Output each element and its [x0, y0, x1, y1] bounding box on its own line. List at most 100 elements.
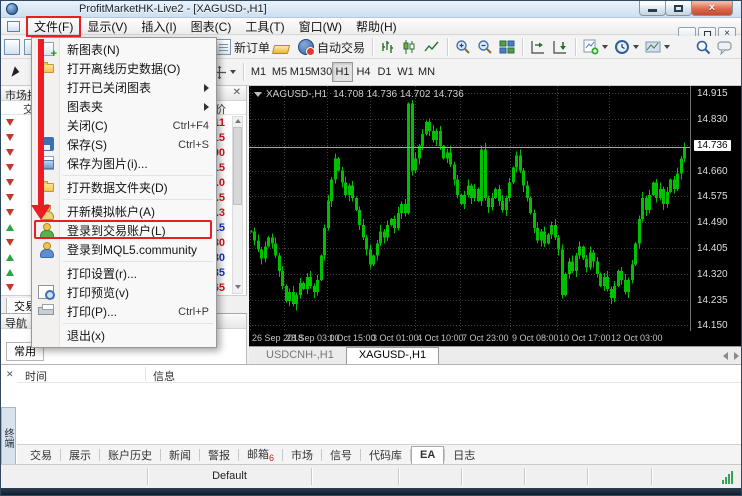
maximize-button[interactable] [665, 1, 692, 16]
bar-chart-button[interactable] [377, 37, 399, 58]
timeframe-m5[interactable]: M5 [269, 62, 290, 82]
new-order-button[interactable]: 新订单 [212, 37, 273, 58]
zoom-in-button[interactable] [452, 37, 474, 58]
menu-bar: 文件(F)显示(V)插入(I)图表(C)工具(T)窗口(W)帮助(H) × [1, 18, 741, 35]
tile-windows-button[interactable] [496, 37, 518, 58]
zoom-out-icon [477, 39, 493, 55]
market-watch-close-icon[interactable]: ✕ [233, 87, 241, 99]
chart-shift-button[interactable] [527, 37, 549, 58]
menu-charts[interactable]: 图表(C) [184, 17, 239, 36]
minimize-button[interactable] [639, 1, 666, 16]
terminal-tab-2[interactable]: 账户历史 [100, 445, 160, 465]
auto-scroll-button[interactable] [549, 37, 571, 58]
terminal-tab-0[interactable]: 交易 [22, 445, 60, 465]
market-watch-scrollbar[interactable] [232, 116, 243, 294]
menu-separator [63, 323, 213, 324]
time-tick-label: 4 Oct 10:00 [417, 333, 464, 343]
indicators-caret-icon [602, 45, 608, 49]
chat-button[interactable] [714, 37, 737, 58]
chart-tab-xagusdh1[interactable]: XAGUSD-,H1 [346, 347, 439, 364]
file-menu-item-1[interactable]: 打开离线历史数据(O) [32, 59, 216, 78]
terminal-tab-6[interactable]: 市场 [283, 445, 321, 465]
terminal-side-tab[interactable]: 终端 [1, 407, 16, 465]
message-column-header[interactable]: 信息 [153, 368, 175, 384]
file-menu-item-5[interactable]: 保存(S)Ctrl+S [32, 135, 216, 154]
timeframe-mn[interactable]: MN [416, 62, 437, 82]
file-menu-item-7[interactable]: 打开数据文件夹(D) [32, 178, 216, 197]
terminal-tab-8[interactable]: 代码库 [361, 445, 410, 465]
terminal-tab-ea[interactable]: EA [411, 446, 444, 465]
terminal-tab-5[interactable]: 邮箱6 [239, 444, 282, 465]
autotrading-button[interactable]: 自动交易 [295, 37, 368, 58]
price-tick-label: 14.660 [697, 166, 728, 177]
new-order-icon [215, 39, 231, 55]
terminal-tab-3[interactable]: 新闻 [161, 445, 199, 465]
timeframe-m15[interactable]: M15 [290, 62, 311, 82]
timeframe-h4[interactable]: H4 [353, 62, 374, 82]
candlestick-icon [402, 39, 418, 55]
search-button[interactable] [692, 37, 714, 58]
file-menu-item-14[interactable]: 退出(x) [32, 326, 216, 345]
arrow-down-icon [6, 194, 14, 201]
file-menu-item-13[interactable]: 打印(P)...Ctrl+P [32, 302, 216, 321]
window-icon[interactable] [4, 39, 20, 55]
price-tick-label: 14.320 [697, 269, 728, 280]
time-column-header[interactable]: 时间 [25, 368, 47, 384]
time-axis[interactable]: 26 Sep 201828 Sep 03:001 Oct 15:003 Oct … [249, 331, 742, 346]
timeframe-d1[interactable]: D1 [374, 62, 395, 82]
file-menu-item-3[interactable]: 图表夹 [32, 97, 216, 116]
price-tick-label: 14.490 [697, 217, 728, 228]
scroll-down-icon [235, 285, 241, 289]
terminal-tab-1[interactable]: 展示 [61, 445, 99, 465]
menu-help[interactable]: 帮助(H) [349, 17, 404, 36]
zoom-out-button[interactable] [474, 37, 496, 58]
terminal-tab-10[interactable]: 日志 [445, 445, 483, 465]
arrow-up-icon [6, 254, 14, 261]
menu-tools[interactable]: 工具(T) [238, 17, 291, 36]
templates-button[interactable] [642, 37, 673, 58]
current-price-label: 14.736 [694, 140, 731, 151]
file-menu-item-6[interactable]: 保存为图片(i)... [32, 154, 216, 173]
menu-view[interactable]: 显示(V) [80, 17, 134, 36]
file-menu-item-label: 打印预览(v) [67, 284, 209, 301]
tabs-scroll-left-icon[interactable] [723, 352, 728, 360]
timeframe-m1[interactable]: M1 [248, 62, 269, 82]
chart-tab-usdcnhh1[interactable]: USDCNH-,H1 [254, 348, 346, 364]
arrow-down-icon [6, 209, 14, 216]
tabs-scroll-right-icon[interactable] [734, 352, 739, 360]
file-menu-item-11[interactable]: 打印设置(r)... [32, 264, 216, 283]
file-menu-item-8[interactable]: 开新模拟帐户(A) [32, 202, 216, 221]
chart-system-menu-icon[interactable] [7, 21, 20, 32]
file-menu-item-4[interactable]: 关闭(C)Ctrl+F4 [32, 116, 216, 135]
terminal-tab-7[interactable]: 信号 [322, 445, 360, 465]
file-menu-item-10[interactable]: 登录到MQL5.community [32, 240, 216, 259]
scrollbar-thumb[interactable] [233, 127, 242, 205]
gold-icon[interactable] [272, 45, 290, 54]
indicators-button[interactable] [580, 37, 611, 58]
auto-scroll-icon [552, 39, 568, 55]
periods-button[interactable] [611, 37, 642, 58]
profile-name[interactable]: Default [148, 470, 311, 482]
file-menu-item-label: 打开离线历史数据(O) [67, 60, 209, 77]
annotation-box-login-item [34, 220, 212, 239]
file-menu-item-2[interactable]: 打开已关闭图表 [32, 78, 216, 97]
candlestick-button[interactable] [399, 37, 421, 58]
timeframe-m30[interactable]: M30 [311, 62, 332, 82]
menu-insert[interactable]: 插入(I) [134, 17, 183, 36]
terminal-close-icon[interactable]: ✕ [6, 369, 14, 380]
cursor-tool-icon[interactable] [11, 66, 20, 78]
timeframe-h1[interactable]: H1 [332, 62, 353, 82]
chart-plot-area[interactable] [249, 86, 691, 331]
file-menu-item-0[interactable]: 新图表(N) [32, 40, 216, 59]
menu-window[interactable]: 窗口(W) [292, 17, 349, 36]
chart-symbol-label: XAGUSD-,H1 [266, 89, 327, 100]
price-axis[interactable]: 14.91514.83014.74514.66014.57514.49014.4… [691, 86, 742, 331]
chart-menu-caret-icon[interactable] [254, 92, 262, 97]
price-tick-label: 14.575 [697, 191, 728, 202]
line-chart-button[interactable] [421, 37, 443, 58]
time-tick-label: 1 Oct 15:00 [329, 333, 376, 343]
file-menu-item-12[interactable]: 打印预览(v) [32, 283, 216, 302]
timeframe-w1[interactable]: W1 [395, 62, 416, 82]
close-button[interactable]: × [691, 1, 733, 16]
terminal-tab-4[interactable]: 警报 [200, 445, 238, 465]
